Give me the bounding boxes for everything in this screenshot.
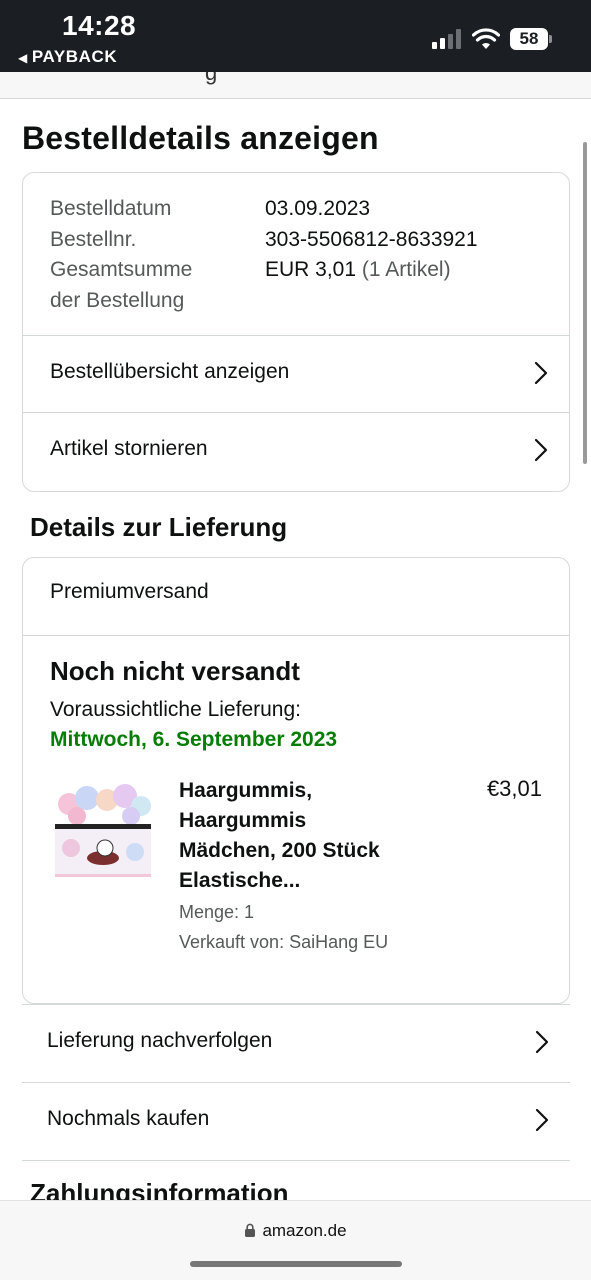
view-order-summary-label: Bestellübersicht anzeigen: [50, 360, 290, 383]
back-to-app-link[interactable]: ◀ PAYBACK: [18, 47, 117, 67]
home-indicator[interactable]: [190, 1261, 402, 1267]
delivery-card: Premiumversand Noch nicht versandt Vorau…: [22, 557, 570, 1004]
order-summary-values: 03.09.2023 303-5506812-8633921 EUR 3,01 …: [265, 194, 478, 286]
back-triangle-icon: ◀: [18, 51, 28, 65]
wifi-icon: [472, 28, 500, 49]
product-title-line: Elastische...: [179, 869, 301, 892]
product-title-line: Haargummis,: [179, 779, 313, 802]
order-total-label: Gesamtsumme: [50, 258, 193, 281]
order-date-value: 03.09.2023: [265, 197, 371, 220]
status-bar: 14:28 ◀ PAYBACK 58: [0, 0, 591, 72]
url-text: amazon.de: [262, 1221, 347, 1240]
chevron-right-icon: [534, 438, 548, 462]
cancel-items-label: Artikel stornieren: [50, 437, 208, 460]
eta-date: Mittwoch, 6. September 2023: [50, 728, 338, 751]
battery-icon: 58: [510, 28, 552, 50]
track-delivery-label: Lieferung nachverfolgen: [47, 1029, 273, 1052]
track-delivery-row[interactable]: Lieferung nachverfolgen: [22, 1004, 570, 1082]
view-order-summary-row[interactable]: Bestellübersicht anzeigen: [23, 335, 569, 413]
item-count: (1 Artikel): [361, 258, 451, 281]
order-total-label-line2: der Bestellung: [50, 288, 185, 312]
cancel-items-row[interactable]: Artikel stornieren: [23, 412, 569, 491]
shipment-status: Noch nicht versandt: [50, 656, 300, 686]
buy-again-label: Nochmals kaufen: [47, 1107, 210, 1130]
buy-again-row[interactable]: Nochmals kaufen: [22, 1082, 570, 1160]
divider: [22, 1160, 570, 1161]
shipping-method: Premiumversand: [50, 580, 209, 603]
product-seller: Verkauft von: SaiHang EU: [179, 932, 389, 952]
lock-icon: [245, 1223, 256, 1237]
divider: [23, 635, 569, 636]
url-display[interactable]: amazon.de: [0, 1221, 591, 1241]
page-scrollbar[interactable]: [583, 142, 587, 464]
product-price: €3,01: [486, 776, 542, 801]
chevron-right-icon: [535, 1030, 549, 1054]
battery-level: 58: [510, 28, 548, 50]
product-title-line: Haargummis: [179, 809, 307, 832]
order-summary-card: Bestelldatum Bestellnr. Gesamtsumme der …: [22, 172, 570, 492]
product-title-line: Mädchen, 200 Stück: [179, 839, 380, 862]
product-image[interactable]: [51, 776, 155, 884]
order-date-label: Bestelldatum: [50, 197, 172, 220]
collapsed-header: g: [0, 72, 591, 99]
chevron-right-icon: [535, 1108, 549, 1132]
browser-address-bar[interactable]: amazon.de: [0, 1200, 591, 1280]
product-title[interactable]: Haargummis, Haargummis Mädchen, 200 Stüc…: [179, 776, 429, 896]
delivery-section-title: Details zur Lieferung: [30, 512, 288, 542]
back-app-label: PAYBACK: [31, 47, 118, 66]
order-total-value: EUR 3,01: [265, 258, 357, 281]
order-number-value: 303-5506812-8633921: [265, 227, 478, 251]
eta-label: Voraussichtliche Lieferung:: [50, 698, 301, 721]
order-number-label: Bestellnr.: [50, 227, 137, 251]
cellular-signal-icon: [432, 29, 461, 49]
clock: 14:28: [62, 10, 137, 41]
page-title: Bestelldetails anzeigen: [22, 120, 379, 156]
order-summary-labels: Bestelldatum Bestellnr. Gesamtsumme der …: [50, 194, 192, 316]
product-quantity: Menge: 1: [179, 902, 255, 922]
chevron-right-icon: [534, 361, 548, 385]
